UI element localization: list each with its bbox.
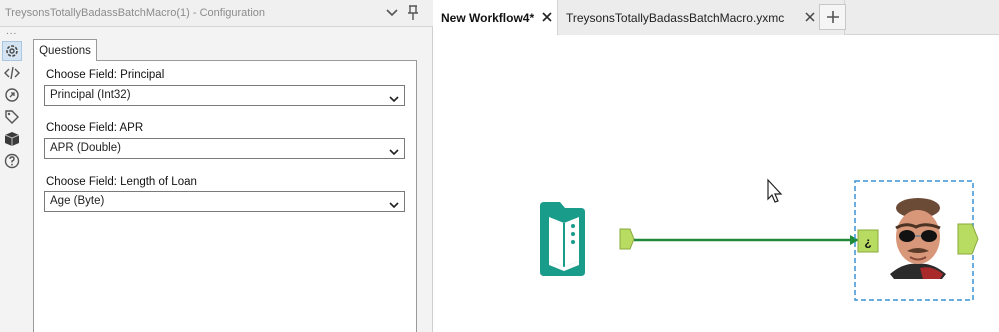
chevron-down-icon [389,91,399,110]
close-icon[interactable] [804,11,816,23]
field-label-length-of-loan: Choose Field: Length of Loan [46,176,197,188]
output-anchor[interactable] [619,228,635,250]
add-tab-button[interactable] [819,4,846,30]
chevron-down-icon [389,144,399,163]
chevron-down-icon[interactable] [383,4,401,22]
tab-batch-macro[interactable]: TreysonsTotallyBadassBatchMacro.yxmc [559,0,845,35]
tab-new-workflow4[interactable]: New Workflow4* [434,0,558,35]
overflow-dots[interactable]: ... [6,26,17,37]
field-label-apr: Choose Field: APR [46,122,144,134]
avatar[interactable] [879,198,953,279]
configuration-title: TreysonsTotallyBadassBatchMacro(1) - Con… [5,7,266,19]
tab-label: TreysonsTotallyBadassBatchMacro.yxmc [566,10,785,25]
configuration-panel: TreysonsTotallyBadassBatchMacro(1) - Con… [0,0,433,332]
target-icon[interactable] [2,85,22,105]
length-of-loan-field-select[interactable]: Age (Byte) [44,191,405,212]
gear-icon[interactable] [2,41,22,61]
code-icon[interactable] [2,63,22,83]
workflow-tab-strip: New Workflow4* TreysonsTotallyBadassBatc… [434,0,999,35]
anchor-label: ¿ [864,235,871,249]
book-input-icon[interactable] [540,202,585,276]
output-anchor[interactable] [957,223,979,255]
cursor-icon [767,178,783,203]
plus-icon [826,11,839,23]
principal-field-value: Principal (Int32) [50,89,131,101]
apr-field-value: APR (Double) [50,142,121,154]
principal-field-select[interactable]: Principal (Int32) [44,85,405,106]
macro-input-anchor[interactable]: ¿ [857,229,879,253]
configuration-header: TreysonsTotallyBadassBatchMacro(1) - Con… [0,0,433,27]
apr-field-select[interactable]: APR (Double) [44,138,405,159]
tab-questions[interactable]: Questions [33,39,97,61]
tag-icon[interactable] [2,107,22,127]
pin-icon[interactable] [404,4,422,22]
chevron-down-icon [389,197,399,216]
tab-label: New Workflow4* [441,10,535,25]
length-of-loan-field-value: Age (Byte) [50,195,105,207]
workflow-canvas[interactable]: ¿ [434,36,999,332]
field-label-principal: Choose Field: Principal [46,69,165,81]
canvas-drawing: ¿ [540,178,979,301]
help-icon[interactable] [2,151,22,171]
close-icon[interactable] [541,11,553,23]
box-icon[interactable] [2,129,22,149]
